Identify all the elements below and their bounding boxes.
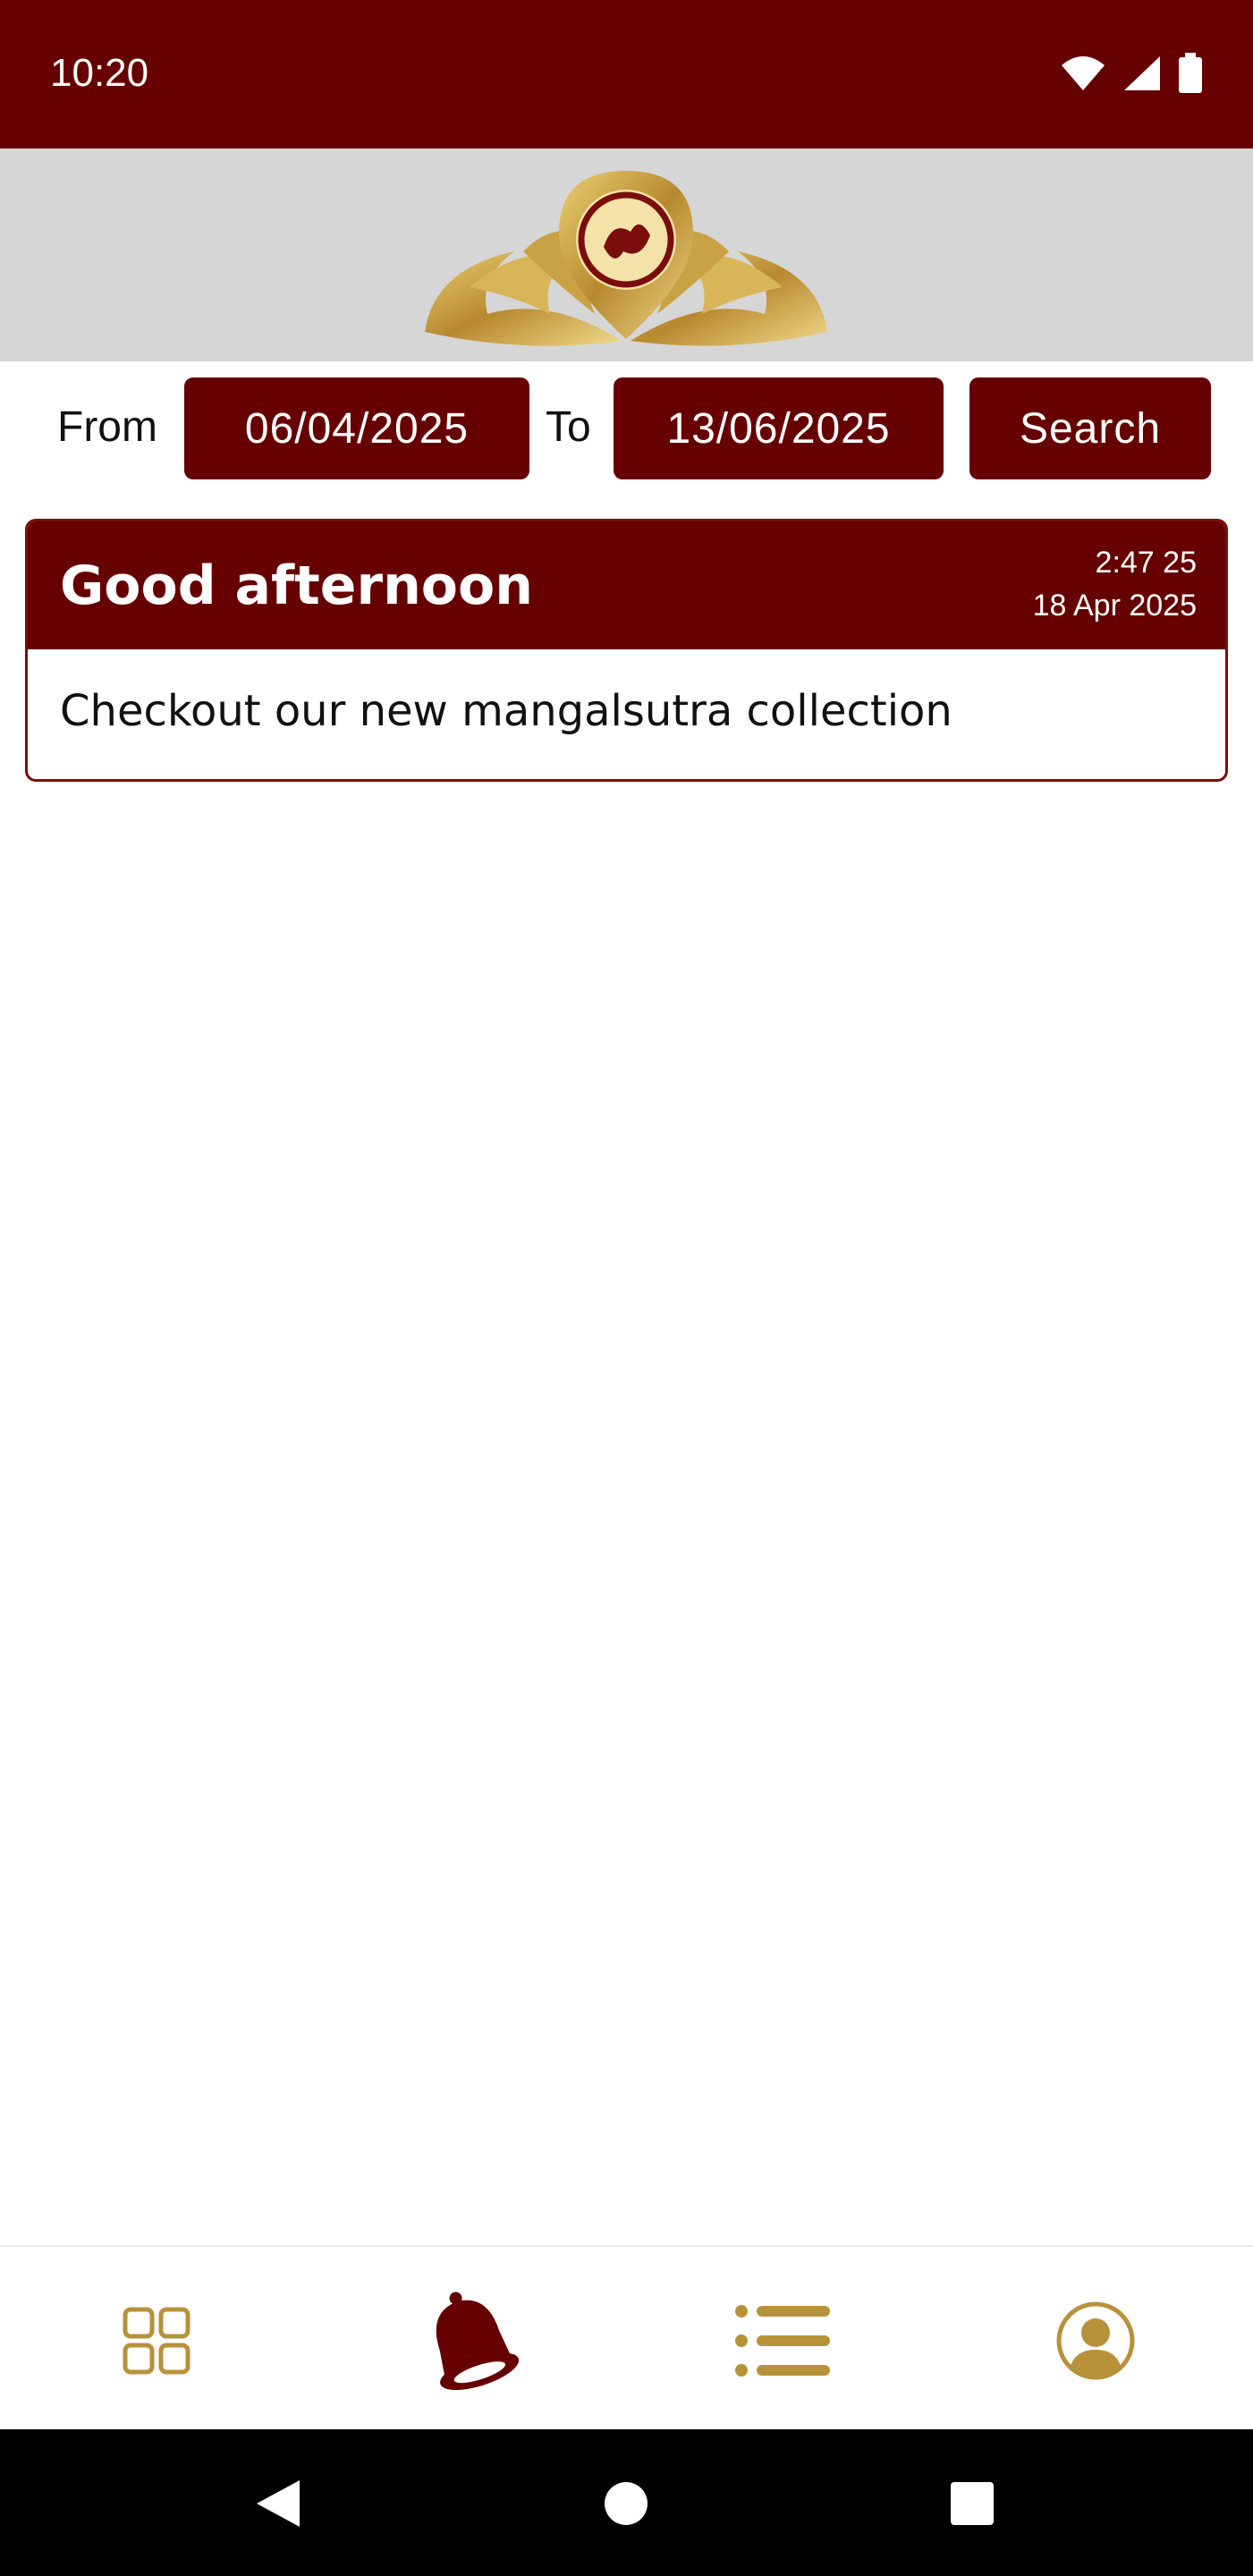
wifi-icon	[1062, 56, 1105, 90]
signal-icon	[1124, 56, 1160, 90]
search-button[interactable]: Search	[969, 377, 1211, 479]
battery-icon	[1179, 53, 1202, 93]
back-triangle-icon	[257, 2480, 300, 2527]
profile-icon	[1056, 2301, 1135, 2380]
status-bar: 10:20	[0, 0, 1253, 148]
notification-timestamp: 2:47 25 18 Apr 2025	[1033, 541, 1197, 627]
to-date-picker[interactable]: 13/06/2025	[614, 377, 944, 479]
notification-message: Checkout our new mangalsutra collection	[60, 686, 952, 736]
notification-time: 2:47 25	[1095, 546, 1197, 580]
system-home-button[interactable]	[586, 2463, 666, 2544]
app-header	[0, 148, 1253, 361]
nav-notifications[interactable]	[411, 2283, 528, 2399]
from-date-picker[interactable]: 06/04/2025	[184, 377, 529, 479]
system-nav-bar	[0, 2429, 1253, 2576]
from-label: From	[57, 403, 157, 451]
notification-card[interactable]: Good afternoon 2:47 25 18 Apr 2025 Check…	[25, 519, 1228, 782]
status-time: 10:20	[50, 51, 149, 95]
bell-icon	[436, 2292, 519, 2391]
notification-header: Good afternoon 2:47 25 18 Apr 2025	[28, 521, 1225, 649]
to-label: To	[546, 403, 591, 451]
date-filter-row: From 06/04/2025 To 13/06/2025 Search	[0, 361, 1253, 487]
nav-grid[interactable]	[98, 2283, 215, 2399]
system-recents-button[interactable]	[932, 2463, 1012, 2544]
nav-profile[interactable]	[1037, 2283, 1154, 2399]
list-icon	[735, 2305, 830, 2377]
notification-date: 18 Apr 2025	[1032, 589, 1197, 623]
home-circle-icon	[605, 2482, 648, 2525]
recents-square-icon	[951, 2482, 994, 2525]
notification-title: Good afternoon	[60, 555, 533, 617]
shree-lotus-logo	[425, 171, 827, 346]
system-back-button[interactable]	[238, 2463, 318, 2544]
nav-list[interactable]	[724, 2283, 841, 2399]
grid-icon	[123, 2307, 190, 2375]
bottom-nav	[0, 2245, 1253, 2429]
status-icons	[1060, 52, 1203, 95]
